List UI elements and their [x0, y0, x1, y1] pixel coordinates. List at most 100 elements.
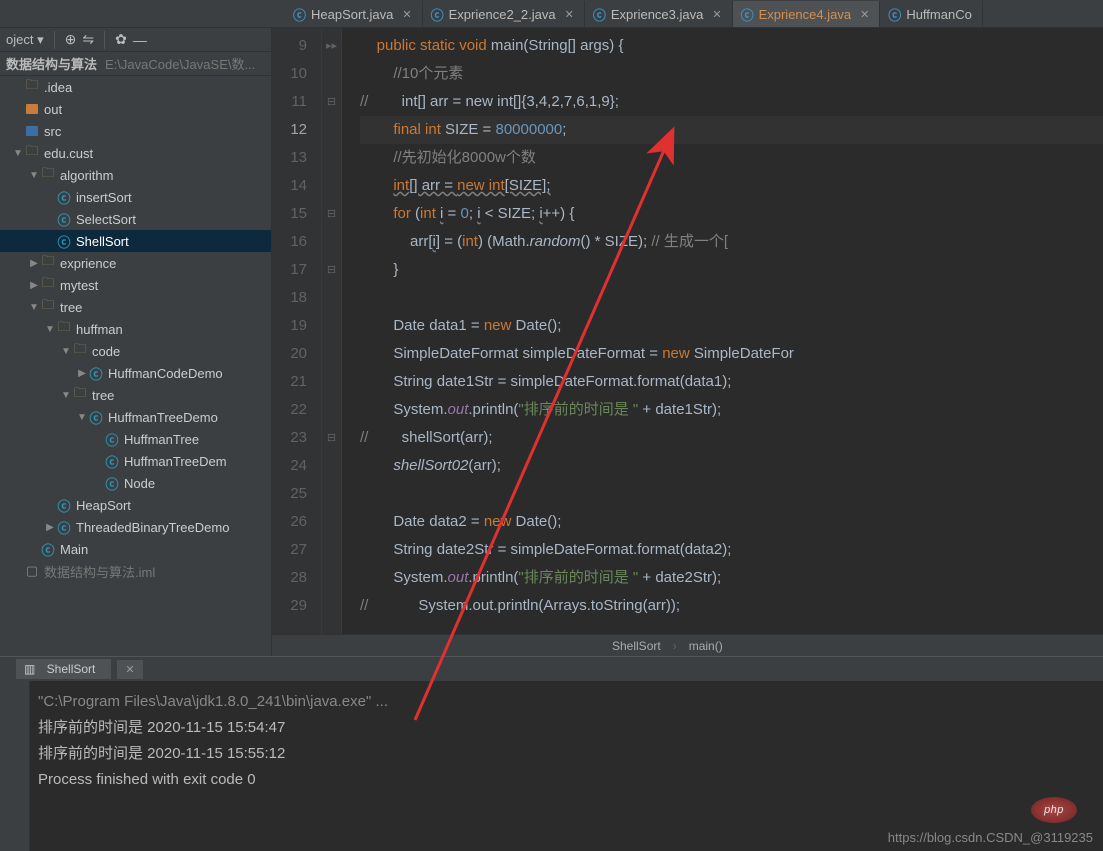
tree-arrow-icon[interactable]: ▼	[60, 390, 72, 401]
project-root-path: E:\JavaCode\JavaSE\数...	[105, 54, 255, 73]
tree-row[interactable]: ⓒ HuffmanTreeDem	[0, 450, 271, 472]
hide-icon[interactable]: —	[133, 32, 147, 48]
tree-arrow-icon[interactable]: ▶	[76, 368, 88, 379]
folder-icon: 🗀	[24, 142, 40, 164]
tree-row[interactable]: ▼🗀huffman	[0, 318, 271, 340]
tree-row[interactable]: ▶ⓒ ThreadedBinaryTreeDemo	[0, 516, 271, 538]
tree-label: algorithm	[60, 168, 113, 183]
tree-row[interactable]: ⓒHuffmanTree	[0, 428, 271, 450]
close-icon[interactable]: ✕	[402, 8, 411, 21]
java-file-icon: ⓒ	[293, 5, 306, 24]
java-file-icon: ⓒ	[431, 5, 444, 24]
tree-label: code	[92, 344, 120, 359]
editor-tab[interactable]: ⓒHuffmanCo	[880, 1, 983, 27]
tree-label: edu.cust	[44, 146, 93, 161]
watermark-text: https://blog.csdn.CSDN_@3119235	[888, 830, 1093, 845]
tree-row[interactable]: ▼🗀 edu.cust	[0, 142, 271, 164]
run-toolwindow: ▥ ShellSort ✕ "C:\Program Files\Java\jdk…	[0, 656, 1103, 851]
close-icon[interactable]: ✕	[712, 8, 721, 21]
run-config-tab[interactable]: ▥ ShellSort	[16, 659, 111, 679]
project-tree[interactable]: 🗀.ideaoutsrc▼🗀edu.cust▼🗀algorithmⓒinsert…	[0, 76, 271, 656]
tree-label: HuffmanTreeDem	[124, 454, 227, 469]
tree-row[interactable]: ▶ⓒHuffmanCodeDemo	[0, 362, 271, 384]
editor-tab[interactable]: ⓒExprience4.java✕	[733, 1, 881, 27]
tree-arrow-icon[interactable]: ▼	[28, 302, 40, 313]
tree-label: SelectSort	[76, 212, 136, 227]
tree-row[interactable]: ▼🗀algorithm	[0, 164, 271, 186]
tree-label: .idea	[44, 80, 72, 95]
editor-tab[interactable]: ⓒ Exprience3.java ✕	[585, 1, 733, 27]
tree-row[interactable]: ▶🗀exprience	[0, 252, 271, 274]
tree-arrow-icon[interactable]: ▼	[60, 346, 72, 357]
tree-row[interactable]: ⓒShellSort	[0, 230, 271, 252]
tree-label: exprience	[60, 256, 116, 271]
close-icon[interactable]: ✕	[565, 8, 574, 21]
tree-row[interactable]: ⓒ Main	[0, 538, 271, 560]
class-icon: ⓒ	[56, 518, 72, 537]
tree-row[interactable]: ⓒNode	[0, 472, 271, 494]
breadcrumb-class[interactable]: ShellSort	[612, 639, 661, 653]
tree-arrow-icon[interactable]: ▶	[28, 280, 40, 291]
tab-label: Exprience4.java	[759, 7, 852, 22]
breadcrumb[interactable]: ShellSort › main()	[272, 634, 1103, 656]
tree-row[interactable]: 🗀.idea	[0, 76, 271, 98]
tree-label: ThreadedBinaryTreeDemo	[76, 520, 229, 535]
tree-arrow-icon[interactable]: ▼	[44, 324, 56, 335]
run-gutter[interactable]	[0, 681, 30, 851]
tree-arrow-icon[interactable]: ▼	[28, 170, 40, 181]
folder-icon: 🗀	[40, 296, 56, 318]
close-icon[interactable]: ✕	[117, 660, 142, 679]
tree-row[interactable]: src	[0, 120, 271, 142]
tree-label: insertSort	[76, 190, 132, 205]
tree-row[interactable]: ⓒ insertSort	[0, 186, 271, 208]
tab-label: Exprience2_2.java	[449, 7, 556, 22]
tab-label: HuffmanCo	[906, 7, 972, 22]
class-icon: ⓒ	[56, 232, 72, 251]
breadcrumb-method[interactable]: main()	[689, 639, 723, 653]
editor-tab[interactable]: ⓒ Exprience2_2.java ✕	[423, 1, 585, 27]
folder-icon: 🗀	[72, 384, 88, 406]
tree-row[interactable]: ▼ⓒHuffmanTreeDemo	[0, 406, 271, 428]
code-lines[interactable]: public static void main(String[] args) {…	[342, 28, 1103, 634]
tree-row[interactable]: ▶🗀 mytest	[0, 274, 271, 296]
tree-label: mytest	[60, 278, 98, 293]
tab-label: HeapSort.java	[311, 7, 393, 22]
project-dropdown[interactable]: oject ▾	[6, 32, 44, 48]
gear-icon[interactable]: ✿	[115, 31, 127, 48]
class-icon: ⓒ	[56, 188, 72, 207]
tab-label: Exprience3.java	[611, 7, 704, 22]
class-icon: ⓒ	[104, 452, 120, 471]
close-icon[interactable]: ✕	[860, 8, 869, 21]
console-output[interactable]: "C:\Program Files\Java\jdk1.8.0_241\bin\…	[30, 681, 1103, 851]
tree-arrow-icon[interactable]: ▼	[76, 412, 88, 423]
editor-tab[interactable]: ⓒ HeapSort.java ✕	[285, 1, 423, 27]
tree-label: Main	[60, 542, 88, 557]
tree-label: HuffmanCodeDemo	[108, 366, 223, 381]
folder-icon: 🗀	[56, 318, 72, 340]
tree-row[interactable]: ▢数据结构与算法.iml	[0, 560, 271, 582]
collapse-icon[interactable]: ⇋	[82, 31, 94, 48]
tree-arrow-icon[interactable]: ▶	[44, 522, 56, 533]
fold-gutter[interactable]: ▸▸⊟⊟⊟⊟	[322, 28, 342, 634]
code-editor[interactable]: 9101112131415161718192021222324252627282…	[272, 28, 1103, 634]
class-icon: ⓒ	[40, 540, 56, 559]
tree-label: tree	[60, 300, 82, 315]
target-icon[interactable]: ⊕	[65, 31, 77, 48]
tree-row[interactable]: ⓒSelectSort	[0, 208, 271, 230]
php-badge-icon: php	[1031, 797, 1077, 823]
tree-arrow-icon[interactable]: ▶	[28, 258, 40, 269]
tree-row[interactable]: ▼🗀tree	[0, 384, 271, 406]
tree-row[interactable]: out	[0, 98, 271, 120]
line-gutter: 9101112131415161718192021222324252627282…	[272, 28, 322, 634]
tree-row[interactable]: ▼🗀code	[0, 340, 271, 362]
folder-icon: 🗀	[40, 274, 56, 296]
tree-row[interactable]: ▼🗀 tree	[0, 296, 271, 318]
tree-label: out	[44, 102, 62, 117]
file-icon: ▢	[24, 563, 40, 579]
tree-row[interactable]: ⓒHeapSort	[0, 494, 271, 516]
tree-arrow-icon[interactable]: ▼	[12, 148, 24, 159]
java-file-icon: ⓒ	[593, 5, 606, 24]
project-sidebar: oject ▾ ⊕ ⇋ ✿ — 数据结构与算法 E:\JavaCode\Java…	[0, 28, 272, 656]
editor-tabs: ⓒ HeapSort.java ✕ ⓒ Exprience2_2.java ✕ ⓒ Expri…	[0, 0, 1103, 28]
class-icon: ⓒ	[56, 496, 72, 515]
